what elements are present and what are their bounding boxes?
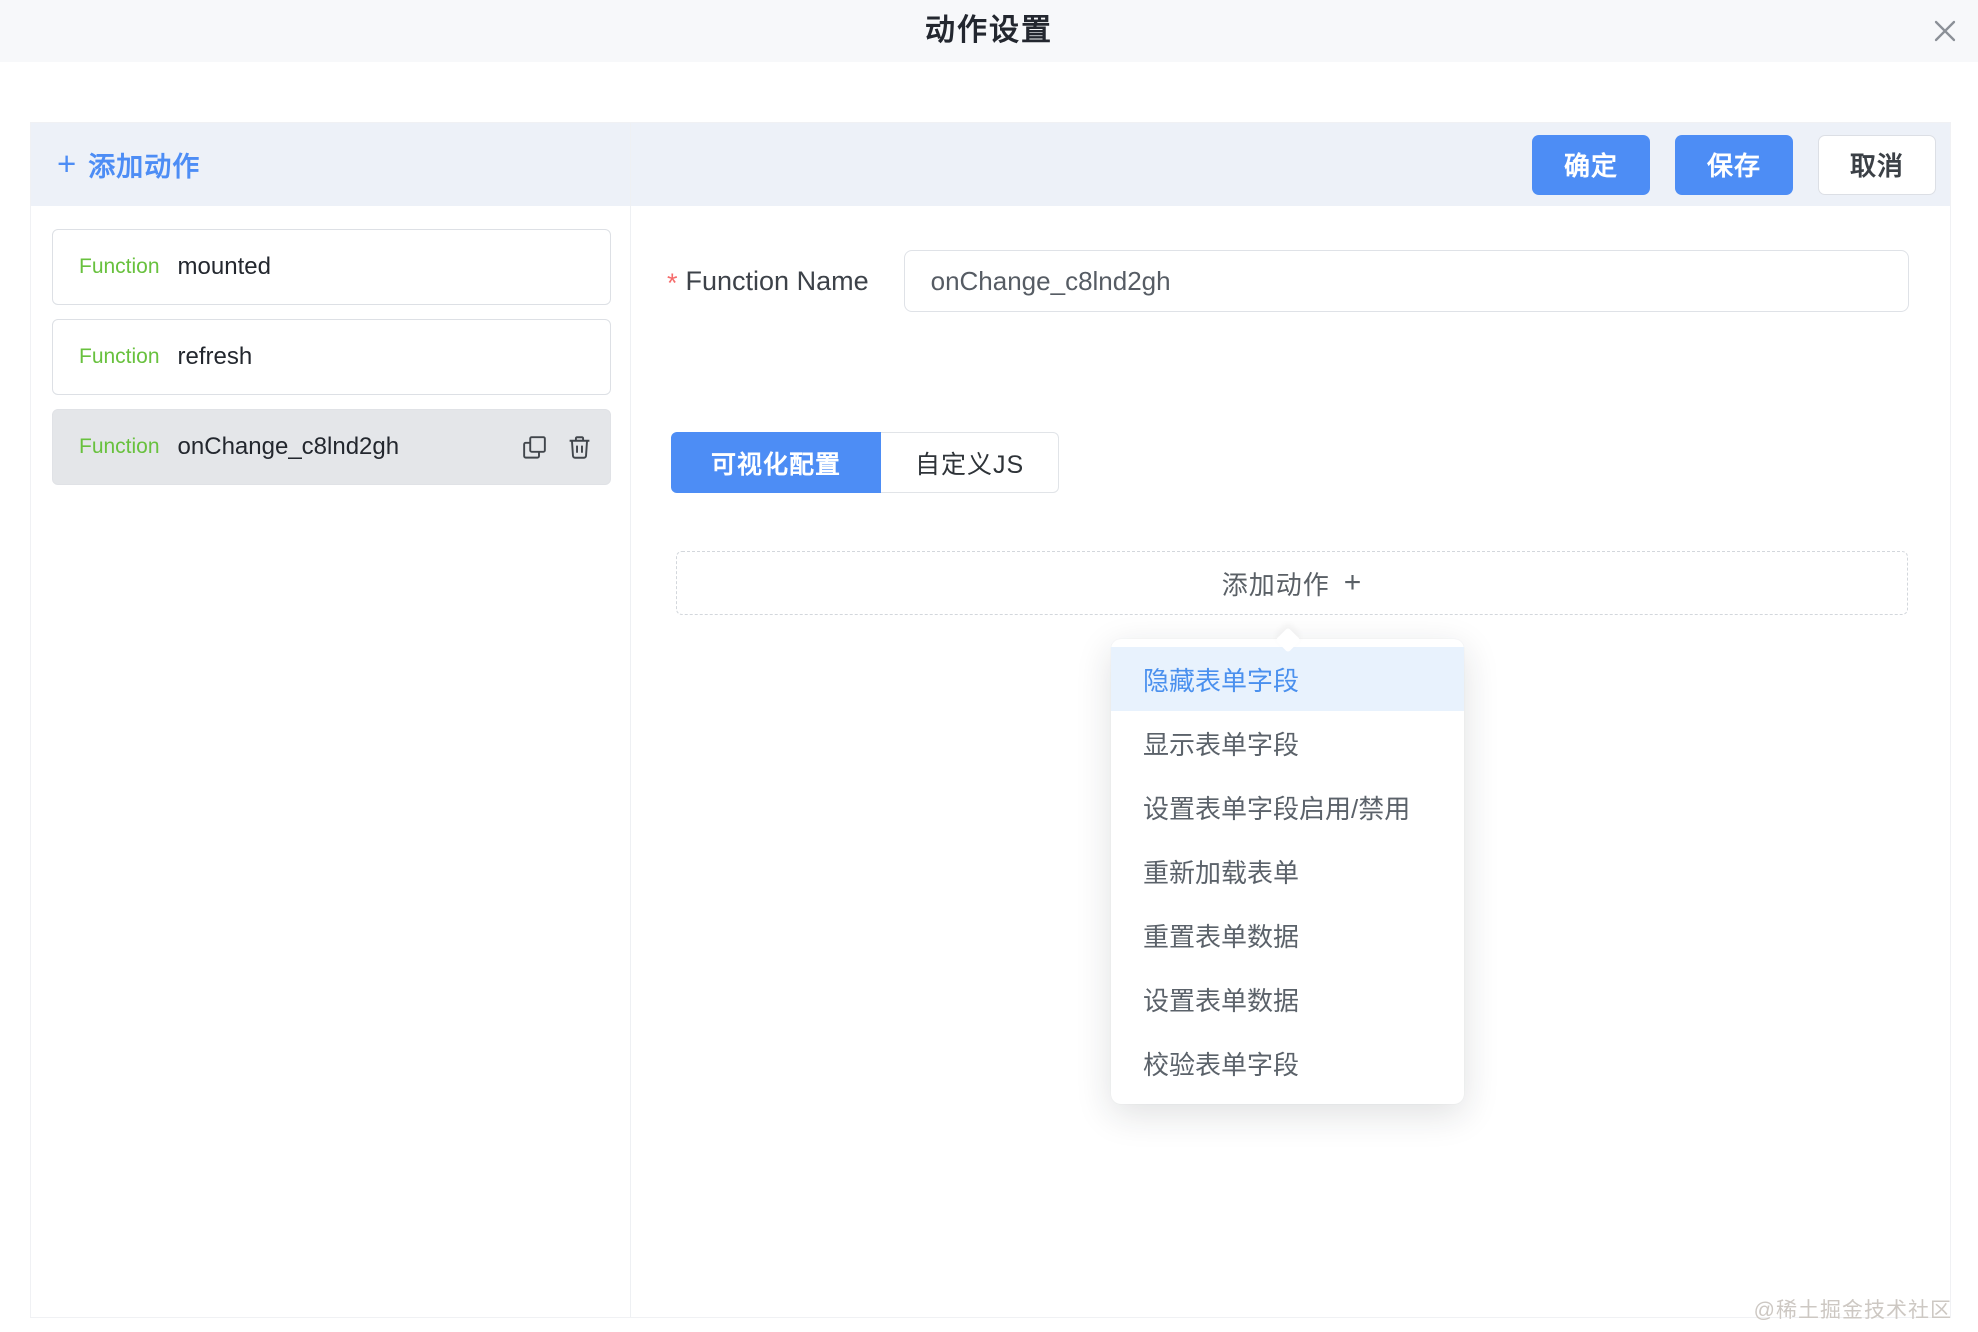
action-detail-panel: 确定 保存 取消 * Function Name 可视化配置 自定义JS 添加动…	[631, 123, 1950, 1317]
action-menu-item[interactable]: 设置表单字段启用/禁用	[1111, 775, 1464, 839]
config-tab-0[interactable]: 可视化配置	[671, 432, 881, 493]
dialog-titlebar: 动作设置	[0, 0, 1978, 62]
function-list-item[interactable]: Function mounted	[52, 229, 611, 305]
action-menu-item[interactable]: 校验表单字段	[1111, 1031, 1464, 1095]
save-button[interactable]: 保存	[1675, 135, 1793, 195]
function-item-actions	[519, 432, 594, 462]
action-type-menu: 隐藏表单字段 显示表单字段 设置表单字段启用/禁用 重新加载表单 重置表单数据 …	[1111, 639, 1464, 1104]
function-type-badge: Function	[79, 435, 160, 459]
detail-toolbar: 确定 保存 取消	[631, 123, 1950, 206]
action-menu-item[interactable]: 隐藏表单字段	[1111, 647, 1464, 711]
menu-item-label: 重置表单数据	[1143, 917, 1299, 954]
action-menu-item[interactable]: 设置表单数据	[1111, 967, 1464, 1031]
menu-item-label: 重新加载表单	[1143, 853, 1299, 890]
watermark: @稀土掘金技术社区	[1754, 1294, 1952, 1324]
tab-label: 可视化配置	[711, 445, 841, 481]
config-tabs: 可视化配置 自定义JS	[671, 432, 1059, 493]
function-name-input[interactable]	[904, 250, 1909, 312]
menu-item-label: 设置表单字段启用/禁用	[1143, 789, 1410, 826]
menu-item-label: 显示表单字段	[1143, 725, 1299, 762]
function-name-label: Function Name	[686, 266, 869, 297]
action-settings-dialog: 动作设置 + 添加动作 Function mounted Function re…	[0, 0, 1978, 1332]
function-name-row: * Function Name	[667, 250, 1909, 312]
dialog-body: + 添加动作 Function mounted Function refresh…	[30, 122, 1951, 1318]
function-list-item[interactable]: Function refresh	[52, 319, 611, 395]
trash-icon[interactable]	[564, 432, 594, 462]
menu-item-label: 校验表单字段	[1143, 1045, 1299, 1082]
close-icon[interactable]	[1926, 12, 1964, 50]
function-name-text: onChange_c8lnd2gh	[178, 433, 400, 461]
function-list: Function mounted Function refresh Functi…	[31, 206, 630, 499]
tab-label: 自定义JS	[915, 445, 1024, 481]
required-asterisk: *	[667, 268, 678, 299]
plus-icon: +	[57, 147, 76, 180]
add-step-label: 添加动作	[1222, 565, 1330, 602]
action-sidebar: + 添加动作 Function mounted Function refresh…	[31, 123, 631, 1317]
copy-icon[interactable]	[519, 432, 549, 462]
action-menu-item[interactable]: 显示表单字段	[1111, 711, 1464, 775]
action-menu-item[interactable]: 重置表单数据	[1111, 903, 1464, 967]
menu-item-label: 设置表单数据	[1143, 981, 1299, 1018]
menu-item-label: 隐藏表单字段	[1143, 661, 1299, 698]
confirm-button[interactable]: 确定	[1532, 135, 1650, 195]
config-tab-1[interactable]: 自定义JS	[881, 432, 1059, 493]
add-action-button[interactable]: + 添加动作	[31, 123, 630, 206]
detail-body: * Function Name 可视化配置 自定义JS 添加动作 + 隐藏表单字…	[631, 206, 1950, 1317]
function-name-text: refresh	[178, 343, 253, 371]
add-step-button[interactable]: 添加动作 +	[676, 551, 1908, 615]
plus-icon: +	[1344, 568, 1363, 598]
function-name-text: mounted	[178, 253, 271, 281]
action-menu-item[interactable]: 重新加载表单	[1111, 839, 1464, 903]
function-type-badge: Function	[79, 255, 160, 279]
add-action-label: 添加动作	[88, 145, 200, 184]
function-list-item[interactable]: Function onChange_c8lnd2gh	[52, 409, 611, 485]
cancel-button[interactable]: 取消	[1818, 135, 1936, 195]
function-type-badge: Function	[79, 345, 160, 369]
dialog-title: 动作设置	[0, 0, 1978, 62]
